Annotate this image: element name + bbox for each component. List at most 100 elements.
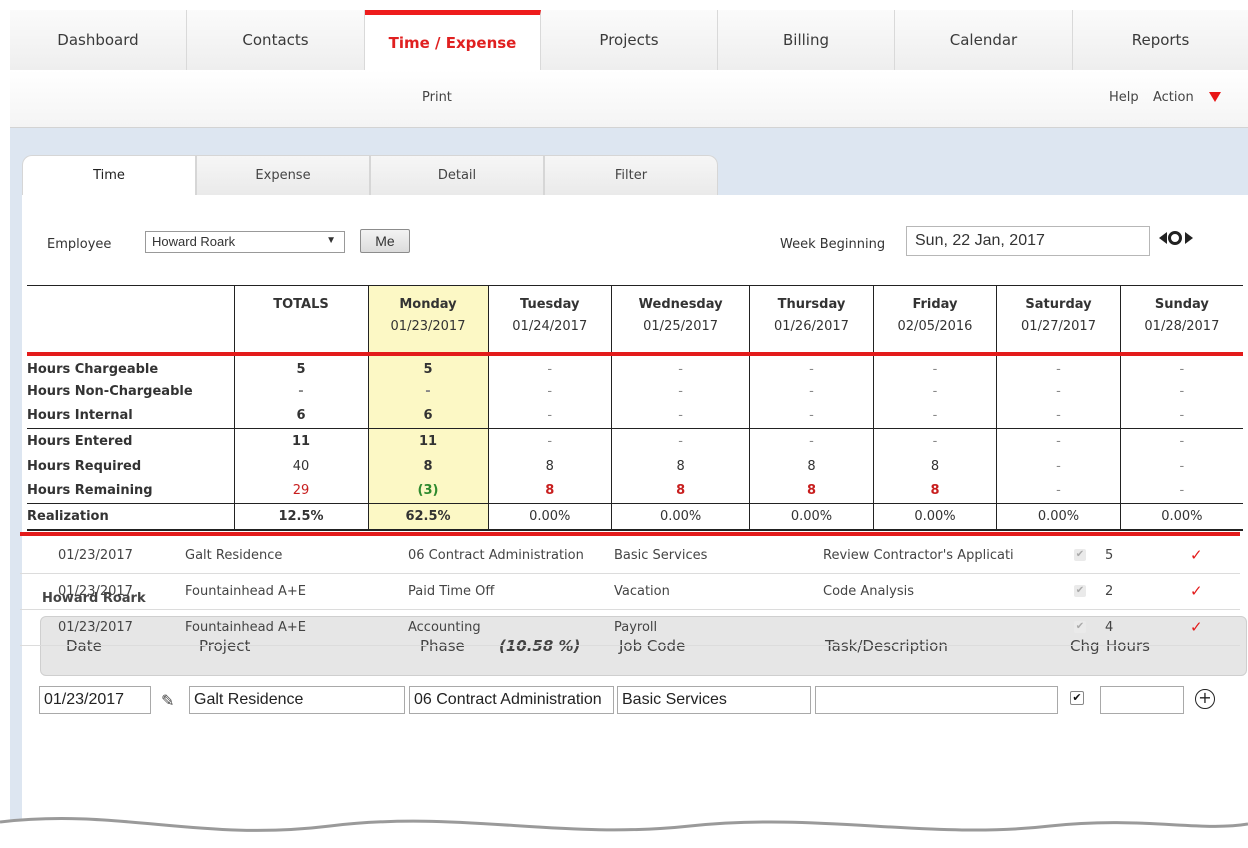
- nav-tab-label: Billing: [783, 31, 829, 49]
- summary-day-value: -: [749, 428, 874, 454]
- summary-total: 40: [233, 453, 369, 479]
- summary-day-value: 8: [488, 453, 613, 479]
- me-button[interactable]: Me: [360, 229, 410, 253]
- entry-row-hours: 2: [1105, 584, 1114, 599]
- nav-tab-dashboard[interactable]: Dashboard: [10, 10, 187, 70]
- entry-row-chargeable-checkbox[interactable]: ✔: [1074, 585, 1086, 597]
- summary-day-value: 5: [368, 353, 489, 379]
- entry-project-input[interactable]: [189, 686, 405, 714]
- nav-tab-calendar[interactable]: Calendar: [895, 10, 1073, 70]
- tab-time[interactable]: Time: [22, 155, 196, 195]
- tab-detail[interactable]: Detail: [370, 155, 544, 195]
- entry-row-phase: Paid Time Off: [408, 584, 495, 599]
- entry-row-job-code: Basic Services: [614, 548, 708, 563]
- summary-day-value: 0.00%: [488, 503, 613, 531]
- previous-week-icon[interactable]: [1159, 232, 1167, 244]
- day-header: Thursday 01/26/2017: [749, 285, 874, 356]
- summary-row: Hours Chargeable 5 5- - - - - -: [27, 353, 1243, 379]
- print-link[interactable]: Print: [422, 90, 452, 105]
- summary-day-value: -: [996, 353, 1121, 379]
- entry-row-chargeable-checkbox[interactable]: ✔: [1074, 549, 1086, 561]
- entry-date-input[interactable]: [39, 686, 151, 714]
- week-beginning-input[interactable]: [906, 226, 1150, 256]
- summary-day-value: -: [873, 403, 998, 429]
- summary-day-value: -: [873, 428, 998, 454]
- main-nav: Dashboard Contacts Time / Expense Projec…: [10, 10, 1248, 70]
- caret-down-icon[interactable]: [1209, 92, 1221, 102]
- app-frame: Dashboard Contacts Time / Expense Projec…: [10, 10, 1248, 848]
- new-entry-row: ✎ ✔ +: [39, 686, 1248, 716]
- entry-row[interactable]: 01/23/2017 Fountainhead A+E Accounting Payr…: [20, 610, 1240, 646]
- nav-tab-label: Calendar: [949, 31, 1018, 49]
- edit-pen-icon[interactable]: ✎: [161, 691, 174, 710]
- day-date: 01/25/2017: [643, 319, 719, 334]
- summary-row: Hours Internal 6 6- - - - - -: [27, 403, 1243, 429]
- nav-tab-contacts[interactable]: Contacts: [187, 10, 365, 70]
- summary-day-value: -: [1179, 458, 1185, 474]
- entry-row-chargeable-checkbox[interactable]: ✔: [1074, 621, 1086, 633]
- nav-tab-billing[interactable]: Billing: [718, 10, 895, 70]
- summary-day-value: -: [1120, 403, 1243, 429]
- summary-day-value: -: [611, 403, 751, 429]
- summary-day-value: -: [611, 378, 751, 404]
- summary-day-value: -: [996, 478, 1121, 504]
- summary-day-value: 62.5%: [368, 503, 489, 531]
- day-name: Wednesday: [638, 297, 723, 312]
- next-week-icon[interactable]: [1185, 232, 1193, 244]
- summary-day-value: 0.00%: [873, 503, 998, 531]
- entry-job-code-input[interactable]: [617, 686, 811, 714]
- entry-chargeable-checkbox[interactable]: ✔: [1070, 691, 1084, 705]
- action-menu[interactable]: Action: [1153, 90, 1194, 105]
- tab-expense[interactable]: Expense: [196, 155, 370, 195]
- summary-row-label: Hours Chargeable: [27, 361, 159, 377]
- entry-row-job-code: Payroll: [614, 620, 658, 635]
- employee-select[interactable]: Howard Roark ▼: [145, 231, 345, 253]
- summary-day-value: 8: [611, 478, 751, 504]
- entry-phase-input[interactable]: [409, 686, 614, 714]
- day-name: Sunday: [1154, 297, 1209, 312]
- add-entry-icon[interactable]: +: [1195, 689, 1215, 709]
- summary-day-value: -: [873, 378, 998, 404]
- entry-hours-input[interactable]: [1100, 686, 1184, 714]
- summary-day-value: 8: [611, 453, 751, 479]
- tab-label: Filter: [614, 168, 648, 183]
- select-arrow-icon: ▼: [326, 235, 336, 246]
- summary-row: Hours Entered 11 11- - - - - -: [27, 428, 1243, 454]
- help-link[interactable]: Help: [1109, 90, 1139, 105]
- entry-row-date: 01/23/2017: [58, 584, 133, 599]
- nav-tab-label: Time / Expense: [388, 33, 517, 52]
- summary-total: 29: [233, 478, 369, 504]
- entry-row-project: Fountainhead A+E: [185, 620, 306, 635]
- nav-tab-reports[interactable]: Reports: [1073, 10, 1248, 70]
- day-date: 01/24/2017: [512, 319, 588, 334]
- nav-tab-label: Contacts: [242, 31, 309, 49]
- summary-day-value: 8: [873, 478, 998, 504]
- entry-row-task: Review Contractor's Applicati: [823, 548, 1014, 563]
- entry-row[interactable]: 01/23/2017 Galt Residence 06 Contract Admi…: [20, 538, 1240, 574]
- entry-row[interactable]: 01/23/2017 Fountainhead A+E Paid Time Off V…: [20, 574, 1240, 610]
- day-date: 01/27/2017: [1021, 319, 1096, 334]
- tab-filter[interactable]: Filter: [544, 155, 718, 195]
- summary-row: Hours Non-Chargeable - - - - - - - -: [27, 378, 1243, 404]
- day-date: 01/28/2017: [1144, 319, 1220, 334]
- summary-day-value: -: [611, 428, 751, 454]
- time-panel: Employee Howard Roark ▼ Me Week Beginnin…: [22, 195, 1248, 848]
- entry-row-phase: 06 Contract Administration: [408, 548, 584, 563]
- entry-row-date: 01/23/2017: [58, 548, 133, 563]
- summary-day-value: -: [996, 403, 1121, 429]
- day-date: 01/23/2017: [390, 319, 466, 334]
- current-week-icon[interactable]: [1168, 231, 1182, 245]
- summary-row-label: Hours Internal: [27, 403, 234, 429]
- employee-label: Employee: [47, 237, 112, 252]
- tab-label: Expense: [255, 168, 311, 183]
- summary-day-value: 11: [368, 428, 489, 454]
- nav-tab-time-expense[interactable]: Time / Expense: [365, 10, 541, 70]
- summary-row-label: Hours Required: [27, 458, 142, 474]
- entry-task-input[interactable]: [815, 686, 1058, 714]
- approved-check-icon: ✓: [1190, 546, 1203, 564]
- nav-tab-label: Projects: [599, 31, 659, 49]
- nav-tab-projects[interactable]: Projects: [541, 10, 718, 70]
- entry-list: 01/23/2017 Galt Residence 06 Contract Admi…: [20, 538, 1240, 646]
- summary-day-value: -: [1120, 478, 1243, 504]
- summary-total: 6: [233, 403, 369, 429]
